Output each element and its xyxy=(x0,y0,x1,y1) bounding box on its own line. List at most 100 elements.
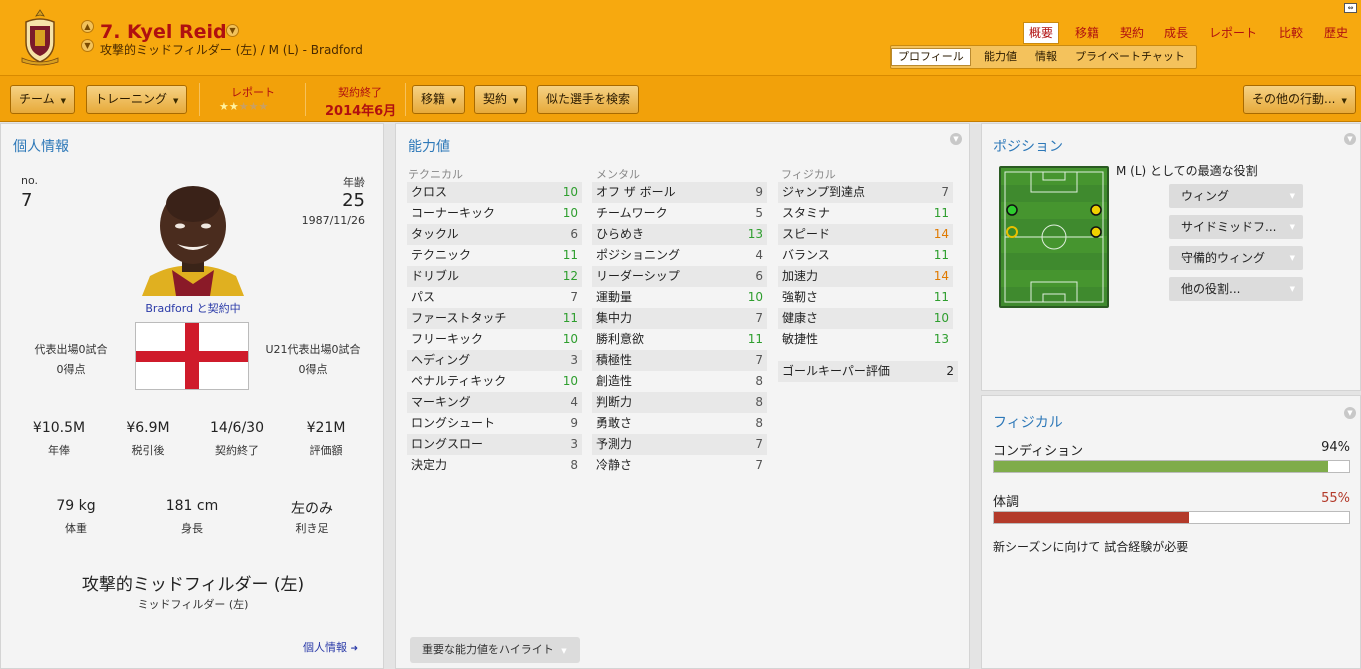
nationality-flag-england[interactable] xyxy=(135,322,249,390)
player-menu-chevron-icon[interactable]: ▼ xyxy=(226,24,239,37)
attribute-row[interactable]: 予測力 7 xyxy=(592,434,767,455)
position-pitch-diagram[interactable] xyxy=(999,166,1109,308)
height-label: 身長 xyxy=(181,522,203,535)
role-defensive-winger[interactable]: 守備的ウィング ▼ xyxy=(1169,246,1303,270)
attribute-row[interactable]: 敏捷性 13 xyxy=(778,329,953,350)
tab-development[interactable]: 成長 xyxy=(1164,22,1188,44)
club-crest-logo[interactable] xyxy=(18,8,62,68)
team-dropdown-button[interactable]: チーム ▼ xyxy=(10,85,76,114)
personal-info-link[interactable]: 個人情報 ➜ xyxy=(303,639,358,655)
tab-history[interactable]: 歴史 xyxy=(1324,22,1348,44)
attribute-row[interactable]: スピード 14 xyxy=(778,224,953,245)
valuation-value: ¥21M xyxy=(306,420,346,436)
subtab-private-chat[interactable]: プライベートチャット xyxy=(1075,48,1185,66)
role-wide-midfielder[interactable]: サイドミッドフ... ▼ xyxy=(1169,215,1303,239)
attribute-row[interactable]: チームワーク 5 xyxy=(592,203,767,224)
attribute-row[interactable]: ロングスロー 3 xyxy=(407,434,582,455)
tab-reports[interactable]: レポート xyxy=(1209,22,1257,44)
other-actions-dropdown-button[interactable]: その他の行動... ▼ xyxy=(1243,85,1356,114)
attribute-name: ヘディング xyxy=(411,353,471,367)
attribute-row[interactable]: ひらめき 13 xyxy=(592,224,767,245)
attribute-row[interactable]: オフ ザ ボール 9 xyxy=(592,182,767,203)
attribute-name: ペナルティキック xyxy=(411,374,507,388)
attribute-value: 11 xyxy=(562,311,578,325)
attribute-row[interactable]: マーキング 4 xyxy=(407,392,582,413)
attribute-row[interactable]: 加速力 14 xyxy=(778,266,953,287)
attribute-row[interactable]: テクニック 11 xyxy=(407,245,582,266)
attribute-row[interactable]: ヘディング 3 xyxy=(407,350,582,371)
find-similar-players-button[interactable]: 似た選手を検索 xyxy=(537,85,640,114)
subtab-attributes[interactable]: 能力値 xyxy=(984,48,1017,66)
attribute-row[interactable]: ペナルティキック 10 xyxy=(407,371,582,392)
attribute-value: 4 xyxy=(570,395,578,409)
attribute-row[interactable]: 集中力 7 xyxy=(592,308,767,329)
match-practice-note: 新シーズンに向けて 試合経験が必要 xyxy=(993,540,1189,554)
star-icon: ★ xyxy=(238,100,249,113)
attribute-row[interactable]: 勇敢さ 8 xyxy=(592,413,767,434)
attribute-value: 10 xyxy=(747,290,763,304)
attribute-name: パス xyxy=(411,290,436,304)
training-dropdown-button[interactable]: トレーニング ▼ xyxy=(86,85,188,114)
panel-menu-chevron-icon[interactable]: ▼ xyxy=(1344,407,1356,419)
attribute-name: タックル xyxy=(411,227,459,241)
attribute-row[interactable]: パス 7 xyxy=(407,287,582,308)
next-player-arrow-icon[interactable]: ▼ xyxy=(81,39,94,52)
attribute-row[interactable]: 創造性 8 xyxy=(592,371,767,392)
previous-player-arrow-icon[interactable]: ▲ xyxy=(81,20,94,33)
attribute-name: 決定力 xyxy=(411,458,448,472)
attribute-name: 強靭さ xyxy=(782,290,819,304)
attribute-row[interactable]: ドリブル 12 xyxy=(407,266,582,287)
attribute-name: 加速力 xyxy=(782,269,819,283)
attribute-row[interactable]: バランス 11 xyxy=(778,245,953,266)
attribute-row[interactable]: リーダーシップ 6 xyxy=(592,266,767,287)
attribute-name: ポジショニング xyxy=(596,248,681,262)
attribute-value: 9 xyxy=(570,416,578,430)
club-status-link[interactable]: Bradford と契約中 xyxy=(113,300,273,316)
window-toggle-icon[interactable]: ⇔ xyxy=(1344,3,1357,13)
report-star-rating[interactable]: ★★★★★ xyxy=(219,100,268,113)
panel-title: フィジカル xyxy=(993,415,1063,431)
net-wage-label: 税引後 xyxy=(131,444,165,457)
attribute-value: 3 xyxy=(570,353,578,367)
attribute-row[interactable]: 決定力 8 xyxy=(407,455,582,476)
attribute-row[interactable]: ファーストタッチ 11 xyxy=(407,308,582,329)
tab-transfer[interactable]: 移籍 xyxy=(1075,22,1099,44)
attribute-name: テクニック xyxy=(411,248,472,262)
attribute-row[interactable]: 積極性 7 xyxy=(592,350,767,371)
attribute-row[interactable]: ポジショニング 4 xyxy=(592,245,767,266)
subtab-profile[interactable]: プロフィール xyxy=(891,48,971,66)
panel-menu-chevron-icon[interactable]: ▼ xyxy=(1344,133,1356,145)
attribute-row[interactable]: 判断力 8 xyxy=(592,392,767,413)
role-winger[interactable]: ウィング ▼ xyxy=(1169,184,1303,208)
attribute-row[interactable]: 勝利意欲 11 xyxy=(592,329,767,350)
preferred-foot-value: 左のみ xyxy=(291,501,333,517)
tab-overview[interactable]: 概要 xyxy=(1023,22,1060,44)
tab-compare[interactable]: 比較 xyxy=(1279,22,1303,44)
wage-label: 年俸 xyxy=(48,444,70,457)
attribute-row[interactable]: 運動量 10 xyxy=(592,287,767,308)
attribute-row[interactable]: 強靭さ 11 xyxy=(778,287,953,308)
attribute-row[interactable]: フリーキック 10 xyxy=(407,329,582,350)
attribute-row[interactable]: コーナーキック 10 xyxy=(407,203,582,224)
attribute-row[interactable]: ロングシュート 9 xyxy=(407,413,582,434)
subtab-info[interactable]: 情報 xyxy=(1035,48,1057,66)
role-other-roles[interactable]: 他の役割... ▼ xyxy=(1169,277,1303,301)
tab-contract[interactable]: 契約 xyxy=(1120,22,1144,44)
attribute-row[interactable]: ジャンプ到達点 7 xyxy=(778,182,953,203)
highlight-key-attributes-button[interactable]: 重要な能力値をハイライト ▼ xyxy=(410,637,580,663)
attribute-row[interactable]: スタミナ 11 xyxy=(778,203,953,224)
transfer-dropdown-button[interactable]: 移籍 ▼ xyxy=(412,85,466,114)
attribute-row[interactable]: 健康さ 10 xyxy=(778,308,953,329)
panel-menu-chevron-icon[interactable]: ▼ xyxy=(950,133,962,145)
attribute-name: 健康さ xyxy=(782,311,819,325)
contract-expiry-date-label: 契約終了 xyxy=(215,444,259,457)
goalkeeper-rating-label: ゴールキーパー評価 xyxy=(782,364,890,378)
attribute-row[interactable]: タックル 6 xyxy=(407,224,582,245)
contract-dropdown-button[interactable]: 契約 ▼ xyxy=(474,85,528,114)
attribute-row[interactable]: クロス 10 xyxy=(407,182,582,203)
star-icon: ★ xyxy=(228,100,239,113)
attribute-row[interactable]: 冷静さ 7 xyxy=(592,455,767,476)
arrow-right-icon: ➜ xyxy=(350,644,359,654)
attribute-value: 8 xyxy=(755,374,763,388)
attribute-value: 11 xyxy=(562,248,578,262)
